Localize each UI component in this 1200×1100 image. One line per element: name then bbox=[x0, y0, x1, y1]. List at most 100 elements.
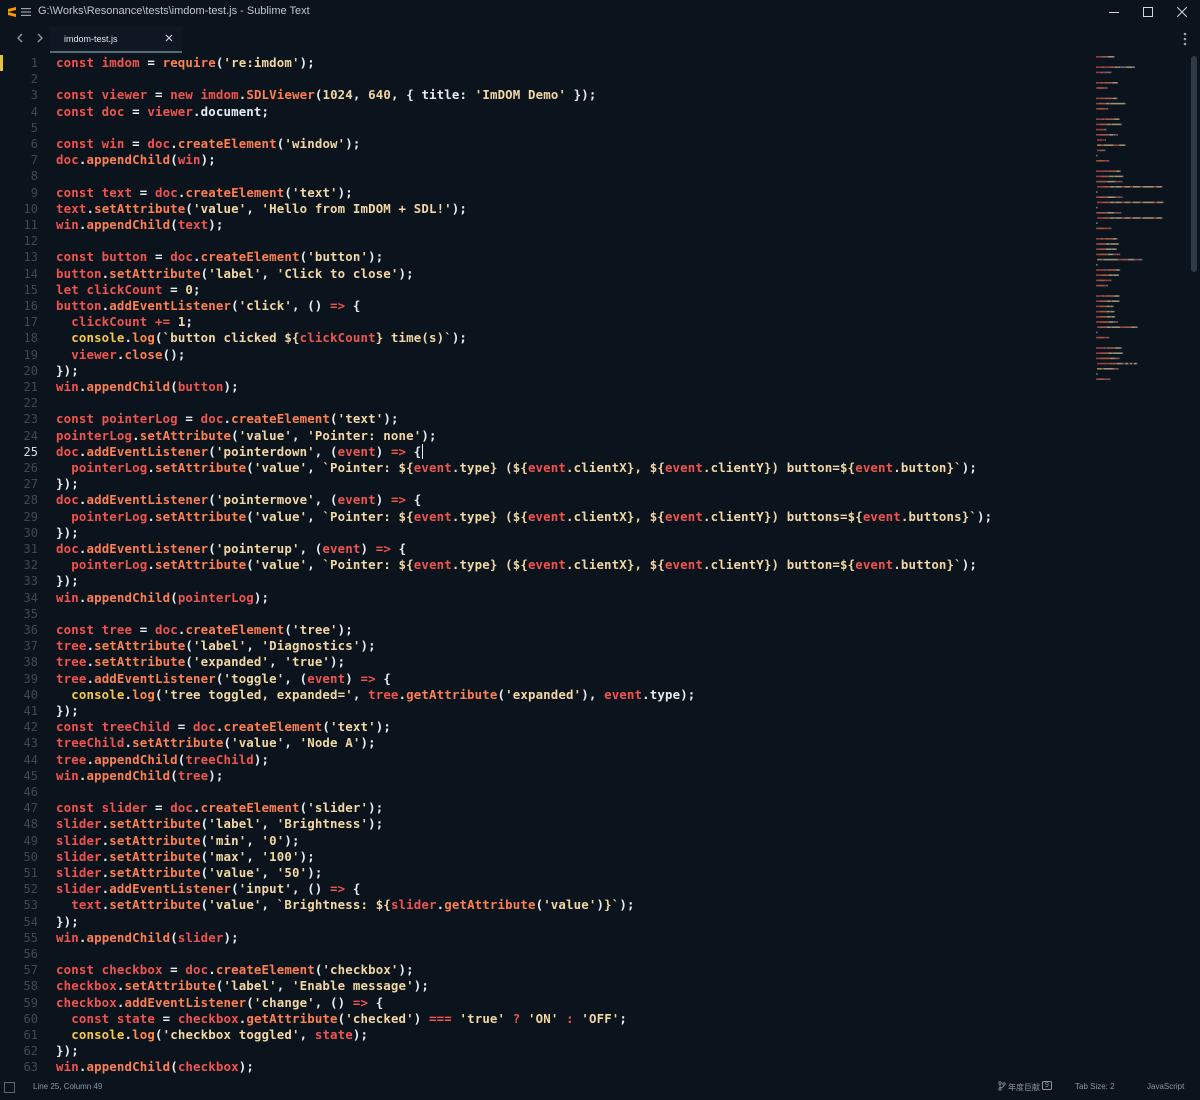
code-line[interactable]: text.setAttribute('value', `Brightness: … bbox=[56, 897, 635, 913]
code-token: { bbox=[406, 492, 422, 508]
code-line[interactable]: console.log(`button clicked ${clickCount… bbox=[56, 330, 467, 346]
code-line[interactable]: viewer.close(); bbox=[56, 347, 185, 363]
code-line[interactable]: const state = checkbox.getAttribute('che… bbox=[56, 1011, 627, 1027]
more-vertical-icon[interactable] bbox=[1178, 30, 1192, 48]
code-token: getAttribute bbox=[406, 686, 498, 702]
maximize-button[interactable] bbox=[1131, 0, 1165, 24]
syntax-indicator[interactable]: JavaScript bbox=[1147, 1082, 1184, 1091]
minimap-stroke bbox=[1104, 170, 1107, 172]
code-editor[interactable]: 1 2 3 4 5 6 7 8 9 10 11 12 13 14 15 16 17 18 19 20 21 22 23 24 2… bbox=[0, 54, 1192, 1074]
cursor-position[interactable]: Line 25, Column 49 bbox=[33, 1082, 102, 1091]
vertical-scrollbar[interactable] bbox=[1191, 56, 1197, 272]
minimap-stroke bbox=[1099, 97, 1102, 100]
code-line[interactable]: win.appendChild(tree); bbox=[56, 768, 224, 784]
nav-forward-button[interactable] bbox=[33, 28, 47, 48]
line-number: 41 bbox=[23, 704, 38, 718]
code-line[interactable]: doc.addEventListener('pointermove', (eve… bbox=[56, 492, 421, 508]
code-line[interactable]: const viewer = new imdom.SDLViewer(1024,… bbox=[56, 87, 597, 103]
minimize-button[interactable] bbox=[1097, 0, 1131, 24]
code-line[interactable]: }); bbox=[56, 525, 79, 541]
code-line[interactable]: win.appendChild(checkbox); bbox=[56, 1059, 254, 1074]
minimap-stroke bbox=[1121, 352, 1123, 354]
code-line[interactable]: const imdom = require('re:imdom'); bbox=[56, 55, 315, 71]
code-token: 're:imdom' bbox=[223, 55, 300, 70]
minimap-stroke bbox=[1097, 108, 1099, 110]
minimap[interactable] bbox=[1096, 56, 1186, 396]
nav-back-button[interactable] bbox=[13, 28, 27, 48]
code-line[interactable]: const button = doc.createElement('button… bbox=[56, 249, 383, 265]
code-line[interactable]: tree.setAttribute('expanded', 'true'); bbox=[56, 654, 345, 670]
minimap-stroke bbox=[1112, 238, 1114, 240]
code-token: { bbox=[345, 298, 361, 313]
minimap-stroke bbox=[1098, 243, 1099, 245]
tab-imdom-test[interactable]: imdom-test.js bbox=[50, 27, 182, 53]
minimap-stroke bbox=[1108, 274, 1109, 276]
code-line[interactable]: const pointerLog = doc.createElement('te… bbox=[56, 411, 399, 427]
code-line[interactable]: const checkbox = doc.createElement('chec… bbox=[56, 962, 414, 978]
code-line[interactable]: doc.appendChild(win); bbox=[56, 152, 216, 168]
code-line[interactable]: }); bbox=[56, 476, 79, 492]
code-line[interactable]: }); bbox=[56, 914, 79, 930]
minimap-stroke bbox=[1097, 217, 1103, 219]
code-line[interactable]: console.log('checkbox toggled', state); bbox=[56, 1027, 368, 1043]
code-line[interactable]: doc.addEventListener('pointerdown', (eve… bbox=[56, 444, 421, 460]
code-line[interactable]: tree.setAttribute('label', 'Diagnostics'… bbox=[56, 638, 376, 654]
code-line[interactable]: clickCount += 1; bbox=[56, 314, 193, 330]
code-token: }); bbox=[56, 703, 79, 718]
title-bar: G:\Works\Resonance\tests\imdom-test.js -… bbox=[0, 0, 1200, 24]
code-line[interactable]: checkbox.setAttribute('label', 'Enable m… bbox=[56, 978, 429, 994]
code-line[interactable]: tree.appendChild(treeChild); bbox=[56, 752, 269, 768]
code-token: 'min' bbox=[208, 832, 247, 848]
tab-size-indicator[interactable]: Tab Size: 2 bbox=[1075, 1082, 1115, 1091]
code-line[interactable]: const text = doc.createElement('text'); bbox=[56, 185, 353, 201]
code-line[interactable]: const slider = doc.createElement('slider… bbox=[56, 800, 383, 816]
code-line[interactable]: button.addEventListener('click', () => { bbox=[56, 298, 361, 314]
code-area[interactable]: const imdom = require('re:imdom'); const … bbox=[56, 54, 1086, 1074]
code-line[interactable]: button.setAttribute('label', 'Click to c… bbox=[56, 266, 414, 282]
code-token: title bbox=[421, 87, 460, 103]
code-line[interactable]: treeChild.setAttribute('value', 'Node A'… bbox=[56, 735, 376, 751]
code-line[interactable]: }); bbox=[56, 573, 79, 589]
code-line[interactable]: win.appendChild(pointerLog); bbox=[56, 590, 269, 606]
code-line[interactable]: pointerLog.setAttribute('value', `Pointe… bbox=[56, 509, 992, 525]
code-line[interactable]: const doc = viewer.document; bbox=[56, 104, 269, 120]
code-line[interactable]: slider.setAttribute('min', '0'); bbox=[56, 833, 300, 849]
code-line[interactable]: }); bbox=[56, 363, 79, 379]
minimap-stroke bbox=[1107, 347, 1108, 349]
code-line[interactable]: }); bbox=[56, 703, 79, 719]
code-line[interactable]: const treeChild = doc.createElement('tex… bbox=[56, 719, 391, 735]
code-token: checkbox bbox=[177, 1059, 239, 1074]
code-line[interactable]: }); bbox=[56, 1043, 79, 1059]
minimap-stroke bbox=[1096, 170, 1100, 172]
close-tab-icon[interactable] bbox=[162, 31, 176, 45]
code-line[interactable]: const tree = doc.createElement('tree'); bbox=[56, 622, 353, 638]
code-line[interactable]: let clickCount = 0; bbox=[56, 282, 201, 298]
code-line[interactable]: text.setAttribute('value', 'Hello from I… bbox=[56, 201, 467, 217]
close-window-button[interactable] bbox=[1165, 0, 1199, 24]
code-line[interactable]: tree.addEventListener('toggle', (event) … bbox=[56, 671, 391, 687]
code-line[interactable]: slider.setAttribute('max', '100'); bbox=[56, 849, 315, 865]
git-branch-name[interactable]: 年度巨献 bbox=[1008, 1082, 1040, 1093]
minimap-stroke bbox=[1132, 66, 1136, 68]
code-token: win bbox=[56, 589, 79, 605]
code-line[interactable]: win.appendChild(button); bbox=[56, 379, 239, 395]
code-line[interactable]: const win = doc.createElement('window'); bbox=[56, 136, 361, 152]
code-line[interactable]: win.appendChild(slider); bbox=[56, 930, 239, 946]
minimap-stroke bbox=[1099, 71, 1101, 74]
code-line[interactable]: checkbox.addEventListener('change', () =… bbox=[56, 995, 383, 1011]
code-line[interactable]: doc.addEventListener('pointerup', (event… bbox=[56, 541, 406, 557]
code-line[interactable]: pointerLog.setAttribute('value', `Pointe… bbox=[56, 557, 977, 573]
code-line[interactable]: pointerLog.setAttribute('value', 'Pointe… bbox=[56, 428, 437, 444]
hamburger-menu-icon[interactable] bbox=[20, 6, 32, 18]
code-line[interactable]: pointerLog.setAttribute('value', `Pointe… bbox=[56, 460, 977, 476]
code-line[interactable]: slider.setAttribute('value', '50'); bbox=[56, 865, 322, 881]
code-line[interactable]: win.appendChild(text); bbox=[56, 217, 224, 233]
code-line[interactable]: slider.setAttribute('label', 'Brightness… bbox=[56, 816, 383, 832]
panel-toggle-icon[interactable] bbox=[4, 1082, 15, 1093]
code-line[interactable]: console.log('tree toggled, expanded=', t… bbox=[56, 687, 695, 703]
minimap-stroke bbox=[1096, 134, 1100, 136]
code-token: }); bbox=[56, 1043, 79, 1059]
code-line[interactable]: slider.addEventListener('input', () => { bbox=[56, 881, 361, 897]
code-token: , { bbox=[390, 87, 422, 103]
